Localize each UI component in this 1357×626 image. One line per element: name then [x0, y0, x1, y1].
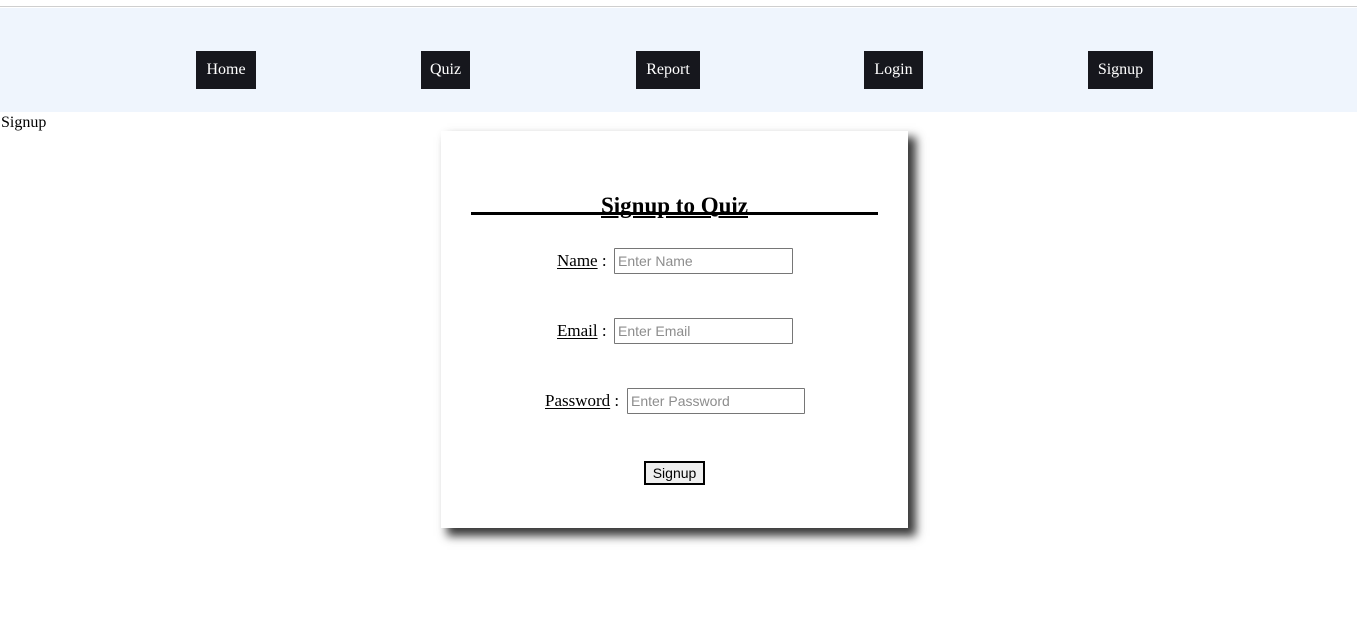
card-title-divider — [471, 212, 878, 215]
form-row-name: Name : — [441, 248, 908, 276]
form-row-password: Password : — [441, 388, 908, 416]
name-input[interactable] — [614, 248, 793, 274]
nav-item-quiz[interactable]: Quiz — [421, 51, 470, 89]
nav-item-login[interactable]: Login — [864, 51, 923, 89]
card-title: Signup to Quiz — [601, 193, 748, 219]
main-navbar: Home Quiz Report Login Signup — [0, 8, 1357, 112]
page-label: Signup — [1, 114, 47, 131]
name-field-label: Name : — [557, 248, 607, 274]
nav-item-report[interactable]: Report — [636, 51, 700, 89]
email-field-label-separator: : — [597, 321, 607, 340]
password-input[interactable] — [627, 388, 805, 414]
signup-submit-button[interactable]: Signup — [643, 461, 706, 485]
name-field-label-separator: : — [597, 251, 607, 270]
email-field-label: Email : — [557, 318, 607, 344]
password-field-label: Password : — [545, 388, 619, 414]
form-row-email: Email : — [441, 318, 908, 346]
submit-row: Signup — [441, 461, 908, 485]
nav-item-home[interactable]: Home — [196, 51, 256, 89]
password-field-label-text: Password — [545, 391, 611, 410]
email-field-label-text: Email — [557, 321, 598, 340]
signup-card: Signup to Quiz Name : Email : Password :… — [441, 131, 908, 528]
nav-item-signup[interactable]: Signup — [1088, 51, 1153, 89]
top-hairline — [0, 6, 1357, 7]
name-field-label-text: Name — [557, 251, 598, 270]
email-input[interactable] — [614, 318, 793, 344]
password-field-label-separator: : — [610, 391, 620, 410]
